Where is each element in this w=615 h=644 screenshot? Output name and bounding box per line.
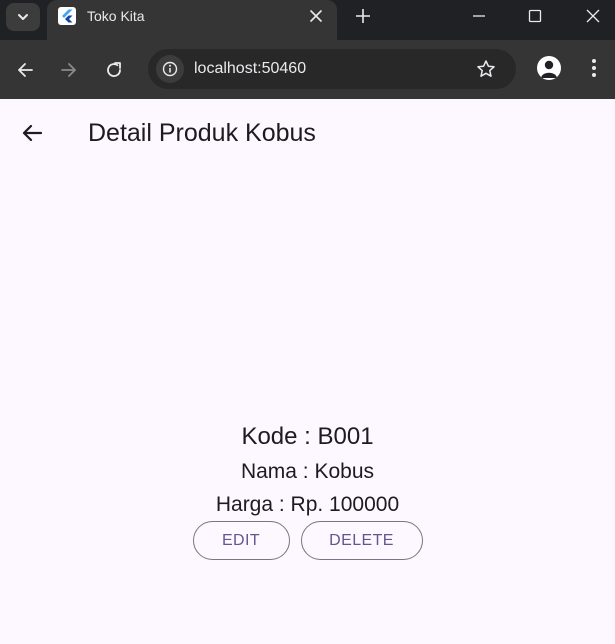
browser-toolbar: localhost:50460 [0,40,615,99]
tab-search-button[interactable] [6,3,40,31]
back-button[interactable] [14,115,50,151]
delete-button[interactable]: DELETE [300,521,423,560]
address-bar[interactable]: localhost:50460 [148,49,516,89]
page-title: Detail Produk Kobus [88,119,316,147]
browser-tab-strip: Toko Kita [0,0,615,40]
edit-button[interactable]: EDIT [192,521,290,560]
arrow-back-icon [22,124,43,142]
tab-title: Toko Kita [87,8,145,24]
browser-forward-icon[interactable] [56,57,82,83]
product-name: Nama : Kobus [240,460,375,483]
tab-close-icon[interactable] [306,6,326,26]
new-tab-plus-icon[interactable] [352,5,374,27]
action-buttons: EDIT DELETE [0,521,615,560]
minimize-icon[interactable] [467,4,491,28]
product-code: Kode : B001 [241,423,374,450]
chevron-down-icon [18,14,28,20]
browser-tab-active[interactable]: Toko Kita [47,0,337,40]
product-price: Harga : Rp. 100000 [215,493,400,516]
site-info-icon[interactable] [156,55,184,83]
bookmark-star-icon[interactable] [474,57,498,81]
window-close-icon[interactable] [581,4,605,28]
url-text: localhost:50460 [194,60,307,77]
reload-icon[interactable] [101,57,127,83]
browser-back-icon[interactable] [12,57,38,83]
flutter-favicon-icon [58,7,76,25]
profile-avatar-icon[interactable] [537,56,561,80]
app-bar: Detail Produk Kobus [0,99,615,169]
app-viewport: Detail Produk Kobus Kode : B001 Nama : K… [0,99,615,644]
browser-menu-icon[interactable] [584,56,604,80]
product-detail: Kode : B001 Nama : Kobus Harga : Rp. 100… [0,419,615,521]
maximize-icon[interactable] [523,4,547,28]
